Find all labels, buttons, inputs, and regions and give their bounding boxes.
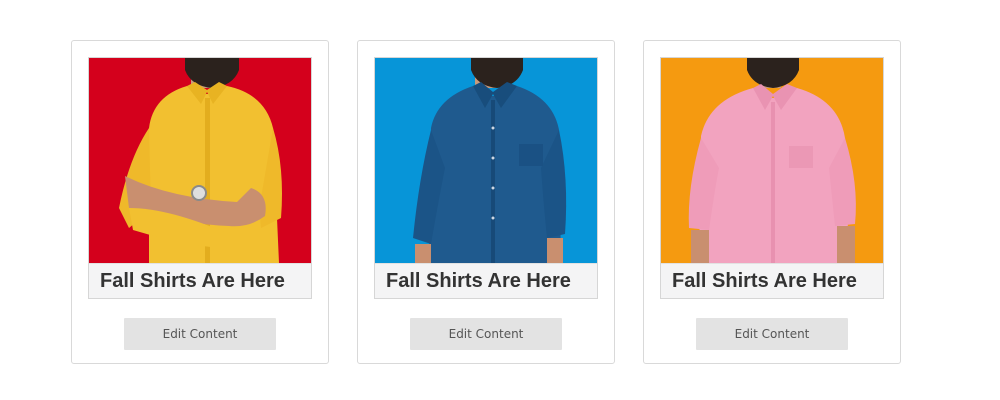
man-in-yellow-shirt-photo	[89, 58, 311, 263]
man-in-denim-shirt-photo	[375, 58, 597, 263]
banner-block[interactable]: Fall Shirts Are Here	[88, 57, 312, 299]
banner-caption: Fall Shirts Are Here	[661, 263, 883, 298]
edit-content-button[interactable]: Edit Content	[410, 318, 562, 350]
content-card: Fall Shirts Are Here Edit Content	[357, 40, 615, 364]
banner-block[interactable]: Fall Shirts Are Here	[374, 57, 598, 299]
edit-content-button[interactable]: Edit Content	[124, 318, 276, 350]
content-card: Fall Shirts Are Here Edit Content	[71, 40, 329, 364]
man-in-pink-shirt-photo	[661, 58, 883, 263]
banner-caption: Fall Shirts Are Here	[89, 263, 311, 298]
banner-caption: Fall Shirts Are Here	[375, 263, 597, 298]
edit-content-button[interactable]: Edit Content	[696, 318, 848, 350]
content-card: Fall Shirts Are Here Edit Content	[643, 40, 901, 364]
banner-block[interactable]: Fall Shirts Are Here	[660, 57, 884, 299]
